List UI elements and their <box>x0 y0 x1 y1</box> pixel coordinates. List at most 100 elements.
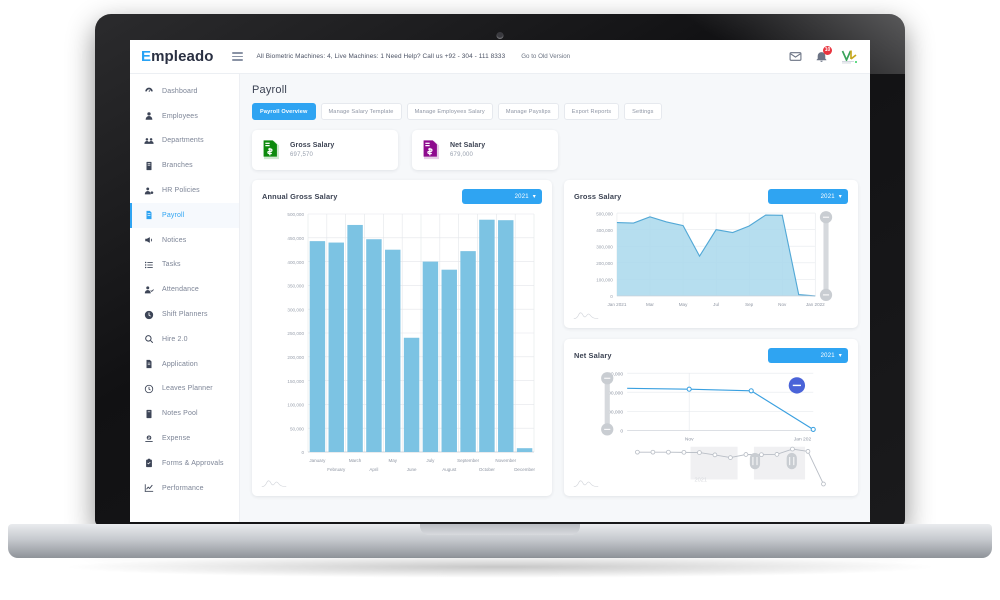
sidebar-item-payroll[interactable]: Payroll <box>130 202 239 228</box>
net-salary-line-chart[interactable]: 0200,000400,000600,000Nov Jan 2022021 <box>574 367 848 496</box>
card-annual-gross-salary: Annual Gross Salary 2021 ▾ 0 50,000 100,00… <box>252 180 552 496</box>
sidebar-item-application[interactable]: Application <box>130 352 239 377</box>
card-net-salary: Net Salary 2021 ▾ 0 200,000 400,000 600,000… <box>564 339 858 496</box>
year-select-gross[interactable]: 2021 ▾ <box>768 189 848 204</box>
stat-card-gross-salary[interactable]: Gross Salary 697,570 <box>252 130 398 170</box>
logo-initial: E <box>141 48 152 65</box>
sidebar-item-label: Hire 2.0 <box>162 335 188 343</box>
tab-settings[interactable]: Settings <box>624 103 662 120</box>
card-header: Annual Gross Salary 2021 ▾ <box>262 189 542 204</box>
year-select-value: 2021 <box>514 193 529 200</box>
annual-gross-salary-bar-chart[interactable]: 0 50,000 100,000 150,000 200,000 250,000 300,0… <box>262 208 542 496</box>
sidebar-item-employees[interactable]: Employees <box>130 104 239 129</box>
svg-text:July: July <box>426 458 435 463</box>
stat-value: 679,000 <box>450 151 474 158</box>
notification-badge: 10 <box>823 46 832 55</box>
users-group-icon <box>144 136 154 146</box>
laptop-screen: Empleado All Biometric Machines: 4, Live… <box>130 40 870 522</box>
card-header: Gross Salary 2021 ▾ <box>574 189 848 204</box>
sidebar-item-attendance[interactable]: Attendance <box>130 277 239 302</box>
payroll-file-icon <box>144 210 154 220</box>
svg-text:0: 0 <box>610 294 613 299</box>
svg-text:450,000: 450,000 <box>287 236 304 241</box>
tab-manage-salary-template[interactable]: Manage Salary Template <box>320 103 402 120</box>
svg-text:0: 0 <box>301 450 304 455</box>
user-check-icon <box>144 285 154 295</box>
sidebar-item-label: Branches <box>162 162 193 170</box>
tab-manage-employees-salary[interactable]: Manage Employees Salary <box>406 103 493 120</box>
card-title: Gross Salary <box>574 192 622 201</box>
year-select-annual-gross[interactable]: 2021 ▾ <box>462 189 542 204</box>
mail-icon[interactable] <box>789 50 802 63</box>
sidebar-item-label: Forms & Approvals <box>162 459 224 467</box>
gross-salary-area-chart[interactable]: 0 100,000 200,000 300,000 400,000 500,000 Jan … <box>574 208 848 329</box>
stat-label: Net Salary <box>450 142 486 150</box>
sidebar-item-label: Notes Pool <box>162 410 198 418</box>
app-window: Empleado All Biometric Machines: 4, Live… <box>130 40 870 522</box>
hamburger-icon[interactable] <box>231 52 243 61</box>
sidebar-item-notes-pool[interactable]: Notes Pool <box>130 401 239 426</box>
svg-text:500,000: 500,000 <box>596 211 613 216</box>
laptop-frame: Empleado All Biometric Machines: 4, Live… <box>0 0 1000 600</box>
webcam-icon <box>496 32 504 39</box>
svg-text:100,000: 100,000 <box>596 278 613 283</box>
laptop-base <box>8 524 992 558</box>
sidebar-item-shift-planners[interactable]: Shift Planners <box>130 302 239 327</box>
chevron-down-icon: ▾ <box>838 193 842 200</box>
note-icon <box>144 409 154 419</box>
sidebar-item-label: Leaves Planner <box>162 385 213 393</box>
sidebar-item-notices[interactable]: Notices <box>130 228 239 253</box>
stat-value: 697,570 <box>290 151 314 158</box>
svg-text:May: May <box>679 302 688 307</box>
svg-text:400,000: 400,000 <box>287 260 304 265</box>
sidebar-item-hire-2-0[interactable]: Hire 2.0 <box>130 327 239 352</box>
go-to-old-version-link[interactable]: Go to Old Version <box>521 53 570 60</box>
svg-text:April: April <box>369 467 378 472</box>
sidebar-item-dashboard[interactable]: Dashboard <box>130 79 239 104</box>
svg-text:Nov: Nov <box>685 437 694 443</box>
chart-watermark-icon <box>261 475 287 493</box>
tab-export-reports[interactable]: Export Reports <box>563 103 620 120</box>
salary-file-dollar-icon <box>423 140 440 160</box>
sidebar-item-hr-policies[interactable]: HR Policies <box>130 178 239 203</box>
user-settings-icon <box>144 186 154 196</box>
sidebar-item-label: Shift Planners <box>162 311 208 319</box>
svg-text:350,000: 350,000 <box>287 284 304 289</box>
building-icon <box>144 161 154 171</box>
app-body: Dashboard Employees Departments Branches… <box>130 74 870 522</box>
sidebar-item-forms-approvals[interactable]: Forms & Approvals <box>130 451 239 476</box>
sidebar-item-leaves-planner[interactable]: Leaves Planner <box>130 377 239 402</box>
sidebar-item-label: Tasks <box>162 261 181 269</box>
top-bar: Empleado All Biometric Machines: 4, Live… <box>130 40 870 74</box>
sidebar-item-departments[interactable]: Departments <box>130 129 239 154</box>
svg-text:Jan 202: Jan 202 <box>794 437 812 443</box>
svg-text:Jan 2021: Jan 2021 <box>607 302 626 307</box>
tab-payroll-overview[interactable]: Payroll Overview <box>252 103 316 120</box>
money-icon <box>144 434 154 444</box>
app-logo[interactable]: Empleado <box>141 48 214 65</box>
clock-filled-icon <box>144 310 154 320</box>
year-select-value: 2021 <box>820 193 835 200</box>
sidebar-item-branches[interactable]: Branches <box>130 153 239 178</box>
sidebar: Dashboard Employees Departments Branches… <box>130 74 240 522</box>
year-select-net[interactable]: 2021 ▾ <box>768 348 848 363</box>
stat-card-net-salary[interactable]: Net Salary 679,000 <box>412 130 558 170</box>
svg-text:Jul: Jul <box>713 302 719 307</box>
document-icon <box>144 359 154 369</box>
bell-icon[interactable]: 10 <box>815 46 832 63</box>
chart-watermark-icon <box>573 475 599 493</box>
sidebar-item-label: Application <box>162 360 198 368</box>
page-title: Payroll <box>252 84 288 96</box>
svg-text:150,000: 150,000 <box>287 379 304 384</box>
sidebar-item-tasks[interactable]: Tasks <box>130 253 239 278</box>
tab-manage-payslips[interactable]: Manage Payslips <box>497 103 559 120</box>
avatar[interactable] <box>841 49 858 64</box>
year-select-value: 2021 <box>820 352 835 359</box>
sidebar-item-expense[interactable]: Expense <box>130 426 239 451</box>
svg-text:200,000: 200,000 <box>596 261 613 266</box>
svg-text:250,000: 250,000 <box>287 331 304 336</box>
svg-text:November: November <box>495 458 516 463</box>
svg-text:Sep: Sep <box>745 302 754 307</box>
svg-text:December: December <box>514 467 535 472</box>
sidebar-item-performance[interactable]: Performance <box>130 476 239 501</box>
